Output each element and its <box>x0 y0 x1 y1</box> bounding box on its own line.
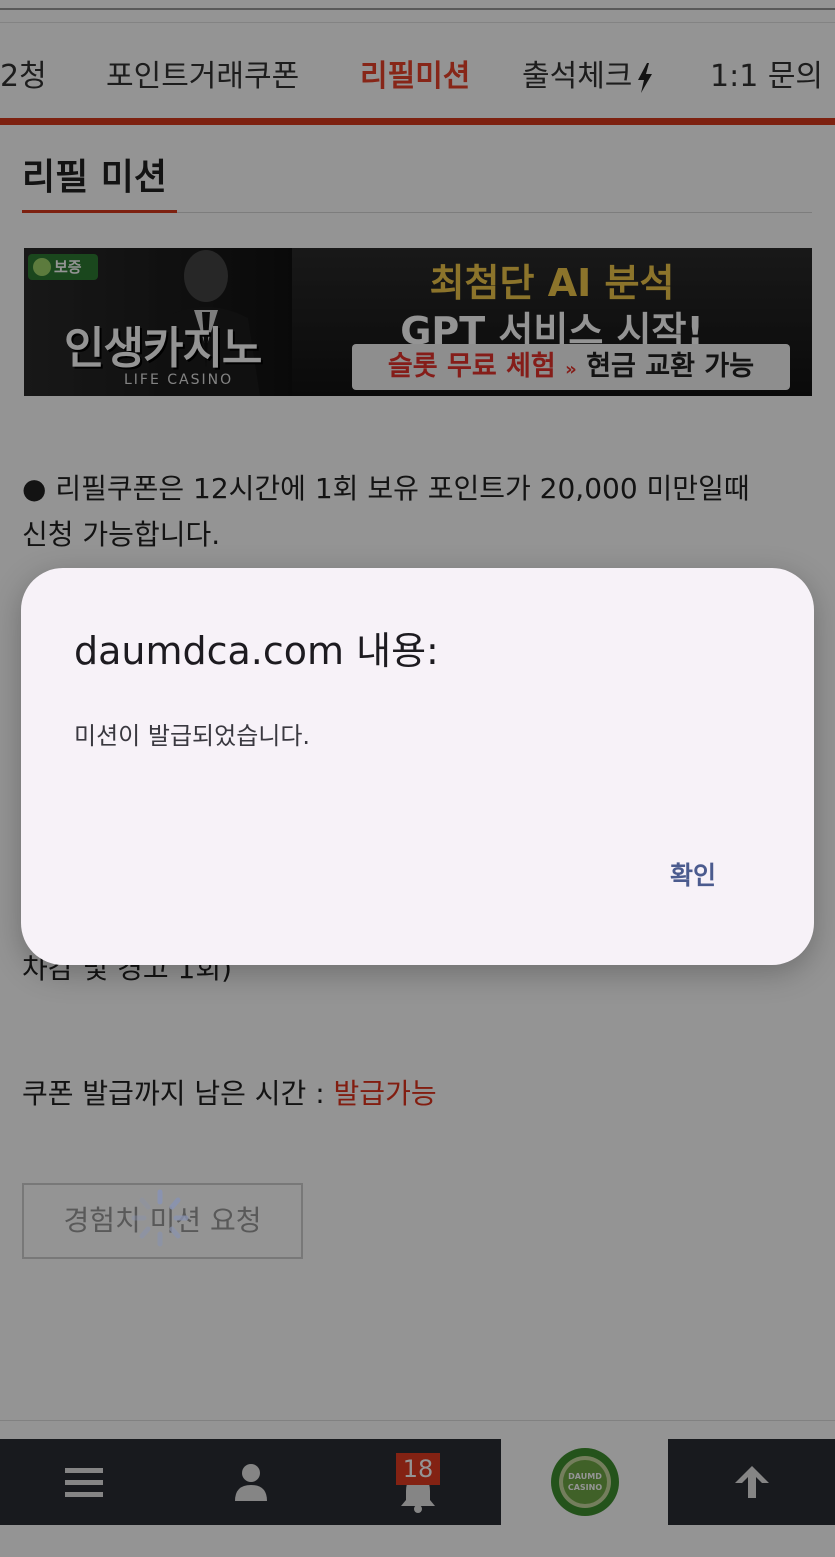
alert-dialog: daumdca.com 내용: 미션이 발급되었습니다. 확인 <box>21 568 814 965</box>
loading-spinner-icon <box>131 1189 189 1247</box>
dialog-message: 미션이 발급되었습니다. <box>74 722 311 750</box>
page: 2청 포인트거래쿠폰 리필미션 출석체크 1:1 문의 리필 미션 보증 인생카… <box>0 0 835 1557</box>
confirm-button[interactable]: 확인 <box>643 848 743 904</box>
dialog-title: daumdca.com 내용: <box>74 629 439 673</box>
